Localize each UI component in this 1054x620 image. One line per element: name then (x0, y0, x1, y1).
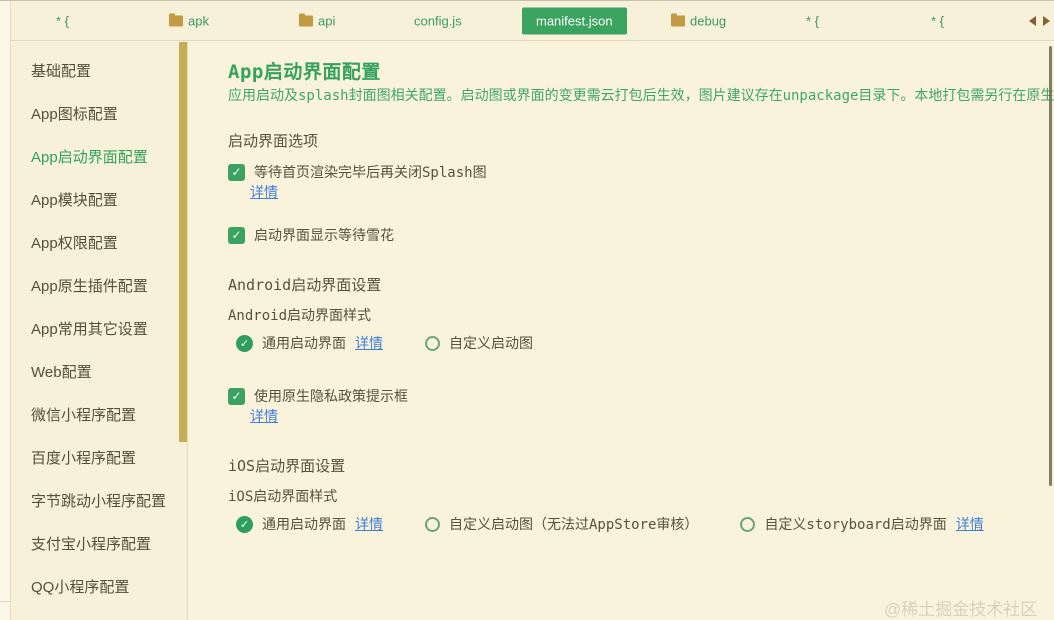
main-content: App启动界面配置 应用启动及splash封面图相关配置。启动图或界面的变更需云… (189, 42, 1054, 620)
sidebar-item-label: App图标配置 (31, 106, 118, 123)
android-style-label: Android启动界面样式 (228, 308, 372, 324)
android-common-splash-radio[interactable]: ✓ (236, 334, 253, 352)
ios-custom-splash-option: 自定义启动图（无法过AppStore审核） (425, 514, 698, 534)
ios-common-splash-option: ✓ 通用启动界面 详情 (236, 514, 383, 534)
ios-style-label: iOS启动界面样式 (228, 489, 338, 505)
section-launch-options-heading: 启动界面选项 (228, 132, 319, 150)
native-privacy-label: 使用原生隐私政策提示框 (254, 389, 408, 405)
tab-config.js[interactable]: config.js (414, 13, 462, 28)
config-sidebar: 基础配置 App图标配置 App启动界面配置 App模块配置 App权限配置 App原生插… (12, 42, 188, 620)
tab-label: * { (806, 13, 820, 28)
android-common-splash-label: 通用启动界面 (262, 336, 346, 352)
tab-label: api (318, 13, 336, 28)
gutter-separator (0, 601, 11, 602)
folder-icon (169, 13, 183, 26)
sidebar-scrollbar[interactable] (179, 42, 187, 442)
sidebar-item-item[interactable]: 百度小程序配置 (12, 436, 187, 479)
sidebar-item-item[interactable]: 基础配置 (12, 49, 187, 92)
tab-label: * { (931, 13, 945, 28)
ios-custom-splash-label: 自定义启动图（无法过AppStore审核） (449, 517, 699, 533)
tab-bar: * { * { debug manifest.json config.js api apk *… (11, 1, 1054, 41)
wait-splash-checkbox[interactable]: ✓ (228, 163, 245, 181)
sidebar-item-Web[interactable]: Web配置 (12, 350, 187, 393)
page-title: App启动界面配置 (228, 61, 381, 83)
tab-label: apk (188, 13, 209, 28)
sidebar-item-label: App原生插件配置 (31, 278, 148, 295)
section-android-heading: Android启动界面设置 (228, 276, 382, 294)
left-gutter (0, 1, 11, 620)
sidebar-item-label: Web配置 (31, 364, 92, 381)
ios-common-splash-label: 通用启动界面 (262, 517, 346, 533)
sidebar-item-App[interactable]: App图标配置 (12, 92, 187, 135)
tab-untitled[interactable]: * { (806, 13, 819, 28)
watermark: @稀土掘金技术社区 (884, 600, 1038, 619)
section-ios-heading: iOS启动界面设置 (228, 457, 346, 475)
android-custom-splash-radio[interactable] (425, 335, 440, 351)
sidebar-item-App[interactable]: App启动界面配置 (12, 135, 187, 178)
tab-api[interactable]: api (299, 13, 335, 28)
tab-nav-arrows (1029, 15, 1050, 26)
ios-custom-splash-radio[interactable] (425, 516, 440, 532)
sidebar-item-label: App常用其它设置 (31, 321, 148, 338)
sidebar-item-App[interactable]: App模块配置 (12, 178, 187, 221)
android-common-splash-option: ✓ 通用启动界面 详情 (236, 333, 383, 353)
android-style-radios: ✓ 通用启动界面 详情 自定义启动图 (236, 332, 1054, 354)
waiting-spinner-label: 启动界面显示等待雪花 (254, 228, 394, 244)
sidebar-item-label: 支付宝小程序配置 (31, 536, 152, 553)
sidebar-item-App[interactable]: App常用其它设置 (12, 307, 187, 350)
page-description: 应用启动及splash封面图相关配置。启动图或界面的变更需云打包后生效，图片建议… (228, 88, 1054, 104)
sidebar-item-App[interactable]: App原生插件配置 (12, 264, 187, 307)
tab-untitled[interactable]: * { (931, 13, 944, 28)
scroll-tabs-right-icon[interactable] (1043, 15, 1050, 26)
sidebar-item-label: 基础配置 (31, 63, 92, 80)
wait-splash-label: 等待首页渲染完毕后再关闭Splash图 (254, 165, 487, 181)
ios-storyboard-splash-label: 自定义storyboard启动界面 (764, 517, 947, 533)
sidebar-item-item[interactable]: 支付宝小程序配置 (12, 522, 187, 565)
hbuilderx-manifest-editor: * { * { debug manifest.json config.js api apk *… (0, 0, 1054, 620)
ios-storyboard-splash-radio[interactable] (740, 516, 756, 532)
ios-common-splash-radio[interactable]: ✓ (236, 515, 253, 533)
option-waiting-spinner: ✓ 启动界面显示等待雪花 (228, 224, 1054, 246)
tab-label: debug (690, 13, 727, 28)
sidebar-item-label: App权限配置 (31, 235, 118, 252)
sidebar-item-item[interactable]: 微信小程序配置 (12, 393, 187, 436)
waiting-spinner-checkbox[interactable]: ✓ (228, 226, 245, 244)
ios-style-radios: ✓ 通用启动界面 详情 自定义启动图（无法过AppStore审核） 自定义sto… (236, 513, 1054, 535)
tab-label: * { (56, 13, 70, 28)
tab-untitled[interactable]: * { (56, 13, 69, 28)
ios-common-splash-detail-link[interactable]: 详情 (355, 514, 383, 534)
wait-splash-detail-link[interactable]: 详情 (250, 185, 278, 201)
sidebar-item-App[interactable]: App权限配置 (12, 221, 187, 264)
android-custom-splash-label: 自定义启动图 (449, 336, 533, 352)
sidebar-item-label: 微信小程序配置 (31, 407, 137, 424)
android-custom-splash-option: 自定义启动图 (425, 333, 533, 353)
folder-icon (671, 13, 685, 26)
content-scrollbar[interactable] (1049, 46, 1052, 486)
folder-icon (299, 13, 313, 26)
ios-storyboard-detail-link[interactable]: 详情 (956, 514, 984, 534)
native-privacy-detail-link[interactable]: 详情 (250, 409, 278, 425)
sidebar-item-label: 字节跳动小程序配置 (31, 493, 167, 510)
native-privacy-checkbox[interactable]: ✓ (228, 387, 245, 405)
option-native-privacy: ✓ 使用原生隐私政策提示框 (228, 385, 1054, 407)
wait-splash-detail-line: 详情 (250, 183, 1054, 203)
sidebar-item-item[interactable]: 快应用配置 (12, 608, 187, 620)
tab-apk[interactable]: apk (169, 13, 209, 28)
scroll-tabs-left-icon[interactable] (1029, 15, 1036, 26)
option-wait-splash: ✓ 等待首页渲染完毕后再关闭Splash图 (228, 161, 1054, 183)
ios-storyboard-splash-option: 自定义storyboard启动界面 详情 (740, 514, 984, 534)
sidebar-item-QQ[interactable]: QQ小程序配置 (12, 565, 187, 608)
sidebar-item-label: App模块配置 (31, 192, 118, 209)
tab-manifest.json[interactable]: manifest.json (522, 7, 627, 34)
sidebar-item-label: QQ小程序配置 (31, 579, 130, 596)
android-common-splash-detail-link[interactable]: 详情 (355, 333, 383, 353)
sidebar-item-label: 百度小程序配置 (31, 450, 137, 467)
native-privacy-detail-line: 详情 (250, 407, 1054, 427)
tab-label: config.js (414, 13, 462, 28)
sidebar-item-label: App启动界面配置 (31, 149, 148, 166)
sidebar-item-item[interactable]: 字节跳动小程序配置 (12, 479, 187, 522)
tab-label: manifest.json (536, 13, 613, 28)
tab-debug[interactable]: debug (671, 13, 726, 28)
